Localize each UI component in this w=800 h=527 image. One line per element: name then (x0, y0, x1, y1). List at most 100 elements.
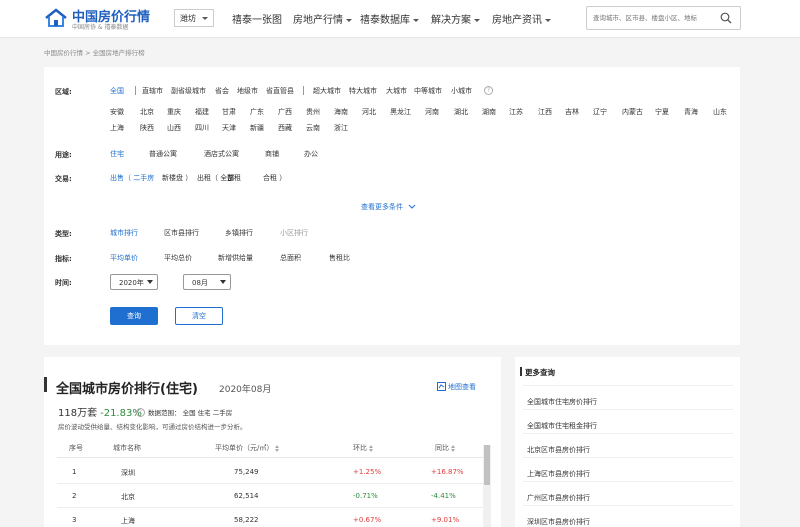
map-view-link[interactable]: 地图查看 (448, 382, 476, 392)
year-select[interactable]: 2020年 (110, 274, 158, 290)
more-query-link[interactable]: 深圳区市县房价排行 (527, 517, 590, 527)
nav-solutions[interactable]: 解决方案 (431, 11, 480, 26)
province-option[interactable]: 海南 (334, 107, 348, 117)
help-icon[interactable]: ? (484, 86, 493, 95)
region-option[interactable]: 中等城市 (414, 86, 442, 96)
query-button[interactable]: 查询 (110, 307, 158, 325)
index-option[interactable]: 平均总价 (164, 253, 192, 263)
province-option[interactable]: 广西 (278, 107, 292, 117)
province-option[interactable]: 宁夏 (655, 107, 669, 117)
index-option[interactable]: 售租比 (329, 253, 350, 263)
month-select[interactable]: 08月 (183, 274, 231, 290)
province-option[interactable]: 青海 (684, 107, 698, 117)
province-option[interactable]: 山西 (167, 123, 181, 133)
province-option[interactable]: 江西 (538, 107, 552, 117)
region-option[interactable]: 特大城市 (349, 86, 377, 96)
more-query-link[interactable]: 广州区市县房价排行 (527, 493, 590, 503)
use-option[interactable]: 酒店式公寓 (204, 149, 239, 159)
province-option[interactable]: 西藏 (278, 123, 292, 133)
province-option[interactable]: 贵州 (306, 107, 320, 117)
city-selector[interactable]: 潍坊 (174, 9, 214, 27)
type-option[interactable]: 乡镇排行 (225, 228, 253, 238)
time-label: 时间: (55, 279, 72, 287)
type-option[interactable]: 区市县排行 (164, 228, 199, 238)
province-option[interactable]: 福建 (195, 107, 209, 117)
more-query-link[interactable]: 北京区市县房价排行 (527, 445, 590, 455)
col-price[interactable]: 平均单价（元/㎡） (215, 443, 280, 453)
clear-button[interactable]: 清空 (175, 307, 223, 325)
province-option[interactable]: 天津 (222, 123, 236, 133)
deal-option[interactable]: 新楼盘 ） (162, 173, 192, 183)
more-conditions-link[interactable]: 查看更多条件 (361, 202, 416, 212)
province-option[interactable]: 上海 (110, 123, 124, 133)
cell-rank: 3 (72, 516, 77, 524)
province-option[interactable]: 江苏 (509, 107, 523, 117)
region-option[interactable]: 全国 (110, 86, 124, 96)
more-query-link[interactable]: 全国城市住宅房价排行 (527, 397, 597, 407)
region-option[interactable]: 副省级城市 (171, 86, 206, 96)
province-option[interactable]: 广东 (250, 107, 264, 117)
help-icon[interactable]: ? (136, 408, 145, 417)
province-option[interactable]: 甘肃 (222, 107, 236, 117)
region-option[interactable]: 超大城市 (313, 86, 341, 96)
province-option[interactable]: 吉林 (565, 107, 579, 117)
type-option[interactable]: 城市排行 (110, 228, 138, 238)
province-option[interactable]: 湖北 (454, 107, 468, 117)
province-option[interactable]: 新疆 (250, 123, 264, 133)
table-row[interactable]: 1 深圳 75,249 +1.25% +16.87% (57, 460, 491, 484)
region-option[interactable]: 省直管县 (266, 86, 294, 96)
region-option[interactable]: 小城市 (451, 86, 472, 96)
nav-database[interactable]: 禧泰数据库 (360, 11, 419, 26)
nav-news[interactable]: 房地产资讯 (492, 11, 551, 26)
province-option[interactable]: 重庆 (167, 107, 181, 117)
nav-map[interactable]: 禧泰一张图 (232, 11, 282, 26)
table-scrollbar[interactable] (483, 445, 491, 527)
deal-option[interactable]: 合租 ） (263, 173, 286, 183)
region-option[interactable]: 省会 (215, 86, 229, 96)
use-option[interactable]: 住宅 (110, 149, 124, 159)
province-option[interactable]: 湖南 (482, 107, 496, 117)
table-row[interactable]: 3 上海 58,222 +0.67% +9.01% (57, 508, 491, 527)
chevron-down-icon (545, 18, 551, 22)
city-name: 潍坊 (180, 14, 196, 23)
search-input[interactable] (593, 11, 713, 25)
year-value: 2020年 (119, 279, 144, 287)
divider (523, 505, 733, 506)
province-option[interactable]: 安徽 (110, 107, 124, 117)
index-option[interactable]: 平均单价 (110, 253, 138, 263)
use-option[interactable]: 普通公寓 (149, 149, 177, 159)
scrollbar-thumb[interactable] (484, 445, 490, 485)
province-option[interactable]: 辽宁 (593, 107, 607, 117)
index-option[interactable]: 总面积 (280, 253, 301, 263)
col-yoy[interactable]: 同比 (435, 443, 455, 453)
use-option[interactable]: 办公 (304, 149, 318, 159)
more-query-link[interactable]: 全国城市住宅租金排行 (527, 421, 597, 431)
province-option[interactable]: 黑龙江 (390, 107, 411, 117)
province-option[interactable]: 云南 (306, 123, 320, 133)
region-option[interactable]: 地级市 (237, 86, 258, 96)
region-option[interactable]: 直辖市 (142, 86, 163, 96)
province-option[interactable]: 陕西 (140, 123, 154, 133)
map-icon[interactable] (437, 382, 446, 391)
cell-price: 62,514 (234, 492, 259, 500)
province-option[interactable]: 内蒙古 (622, 107, 643, 117)
search-box (586, 6, 741, 30)
deal-option[interactable]: 整租 (227, 173, 241, 183)
use-option[interactable]: 商铺 (265, 149, 279, 159)
nav-market[interactable]: 房地产行情 (293, 11, 352, 26)
type-option[interactable]: 小区排行 (280, 228, 308, 238)
province-option[interactable]: 北京 (140, 107, 154, 117)
deal-option[interactable]: 出售（ 二手房 (110, 173, 154, 183)
table-row[interactable]: 2 北京 62,514 -0.71% -4.41% (57, 484, 491, 508)
col-mom[interactable]: 环比 (353, 443, 373, 453)
province-option[interactable]: 四川 (195, 123, 209, 133)
province-option[interactable]: 河北 (362, 107, 376, 117)
search-icon[interactable] (720, 12, 732, 24)
province-option[interactable]: 浙江 (334, 123, 348, 133)
region-option[interactable]: 大城市 (386, 86, 407, 96)
province-option[interactable]: 山东 (713, 107, 727, 117)
more-query-link[interactable]: 上海区市县房价排行 (527, 469, 590, 479)
site-logo[interactable]: 中国房价行情 中国房协 & 禧泰数据 (44, 6, 154, 32)
index-option[interactable]: 新增供给量 (218, 253, 253, 263)
province-option[interactable]: 河南 (425, 107, 439, 117)
